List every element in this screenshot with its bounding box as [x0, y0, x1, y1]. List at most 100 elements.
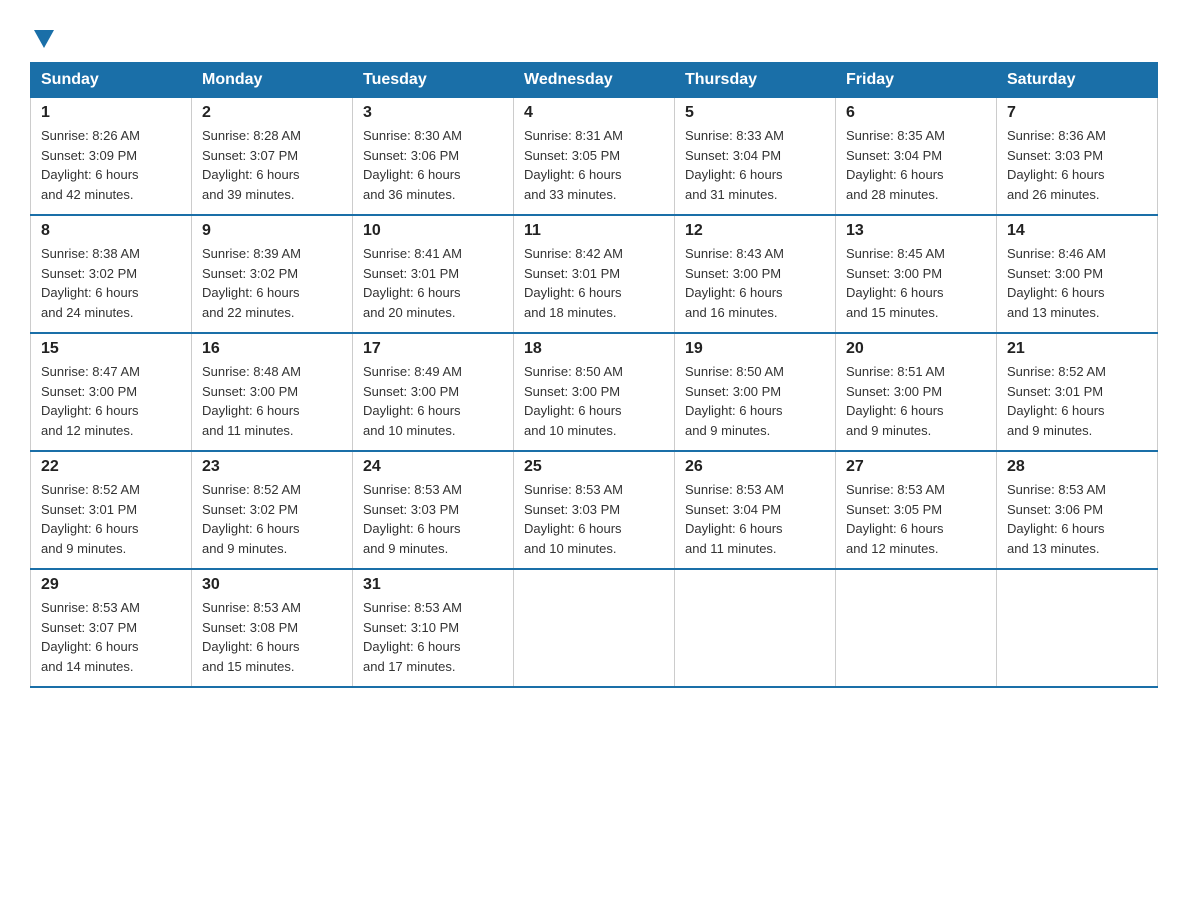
day-info: Sunrise: 8:53 AM Sunset: 3:03 PM Dayligh… [524, 480, 664, 558]
day-info: Sunrise: 8:47 AM Sunset: 3:00 PM Dayligh… [41, 362, 181, 440]
calendar-cell: 5 Sunrise: 8:33 AM Sunset: 3:04 PM Dayli… [675, 98, 836, 216]
day-number: 30 [202, 576, 342, 594]
day-number: 6 [846, 104, 986, 122]
calendar-cell: 30 Sunrise: 8:53 AM Sunset: 3:08 PM Dayl… [192, 569, 353, 687]
calendar-cell: 24 Sunrise: 8:53 AM Sunset: 3:03 PM Dayl… [353, 451, 514, 569]
day-info: Sunrise: 8:52 AM Sunset: 3:01 PM Dayligh… [1007, 362, 1147, 440]
day-number: 1 [41, 104, 181, 122]
day-number: 21 [1007, 340, 1147, 358]
calendar-cell: 10 Sunrise: 8:41 AM Sunset: 3:01 PM Dayl… [353, 215, 514, 333]
day-number: 9 [202, 222, 342, 240]
calendar-cell: 13 Sunrise: 8:45 AM Sunset: 3:00 PM Dayl… [836, 215, 997, 333]
day-number: 17 [363, 340, 503, 358]
day-info: Sunrise: 8:35 AM Sunset: 3:04 PM Dayligh… [846, 126, 986, 204]
day-info: Sunrise: 8:52 AM Sunset: 3:02 PM Dayligh… [202, 480, 342, 558]
day-number: 25 [524, 458, 664, 476]
calendar-week-3: 15 Sunrise: 8:47 AM Sunset: 3:00 PM Dayl… [31, 333, 1158, 451]
day-info: Sunrise: 8:53 AM Sunset: 3:10 PM Dayligh… [363, 598, 503, 676]
day-number: 8 [41, 222, 181, 240]
day-number: 11 [524, 222, 664, 240]
day-number: 2 [202, 104, 342, 122]
calendar-cell: 2 Sunrise: 8:28 AM Sunset: 3:07 PM Dayli… [192, 98, 353, 216]
day-number: 27 [846, 458, 986, 476]
day-number: 26 [685, 458, 825, 476]
day-number: 3 [363, 104, 503, 122]
calendar-cell: 19 Sunrise: 8:50 AM Sunset: 3:00 PM Dayl… [675, 333, 836, 451]
day-number: 31 [363, 576, 503, 594]
calendar-cell: 21 Sunrise: 8:52 AM Sunset: 3:01 PM Dayl… [997, 333, 1158, 451]
day-number: 18 [524, 340, 664, 358]
calendar-cell: 6 Sunrise: 8:35 AM Sunset: 3:04 PM Dayli… [836, 98, 997, 216]
calendar-cell: 1 Sunrise: 8:26 AM Sunset: 3:09 PM Dayli… [31, 98, 192, 216]
calendar-cell: 18 Sunrise: 8:50 AM Sunset: 3:00 PM Dayl… [514, 333, 675, 451]
day-number: 23 [202, 458, 342, 476]
day-info: Sunrise: 8:53 AM Sunset: 3:04 PM Dayligh… [685, 480, 825, 558]
day-info: Sunrise: 8:42 AM Sunset: 3:01 PM Dayligh… [524, 244, 664, 322]
day-info: Sunrise: 8:52 AM Sunset: 3:01 PM Dayligh… [41, 480, 181, 558]
calendar-cell: 11 Sunrise: 8:42 AM Sunset: 3:01 PM Dayl… [514, 215, 675, 333]
day-info: Sunrise: 8:53 AM Sunset: 3:07 PM Dayligh… [41, 598, 181, 676]
day-number: 5 [685, 104, 825, 122]
day-info: Sunrise: 8:26 AM Sunset: 3:09 PM Dayligh… [41, 126, 181, 204]
calendar-cell: 20 Sunrise: 8:51 AM Sunset: 3:00 PM Dayl… [836, 333, 997, 451]
calendar-cell: 22 Sunrise: 8:52 AM Sunset: 3:01 PM Dayl… [31, 451, 192, 569]
day-number: 4 [524, 104, 664, 122]
calendar-cell: 27 Sunrise: 8:53 AM Sunset: 3:05 PM Dayl… [836, 451, 997, 569]
day-info: Sunrise: 8:51 AM Sunset: 3:00 PM Dayligh… [846, 362, 986, 440]
day-number: 16 [202, 340, 342, 358]
day-info: Sunrise: 8:28 AM Sunset: 3:07 PM Dayligh… [202, 126, 342, 204]
calendar-header-friday: Friday [836, 63, 997, 98]
calendar-cell: 17 Sunrise: 8:49 AM Sunset: 3:00 PM Dayl… [353, 333, 514, 451]
calendar-header-saturday: Saturday [997, 63, 1158, 98]
calendar-cell [836, 569, 997, 687]
day-info: Sunrise: 8:53 AM Sunset: 3:06 PM Dayligh… [1007, 480, 1147, 558]
calendar-cell: 28 Sunrise: 8:53 AM Sunset: 3:06 PM Dayl… [997, 451, 1158, 569]
calendar-header-tuesday: Tuesday [353, 63, 514, 98]
calendar-cell [514, 569, 675, 687]
day-number: 19 [685, 340, 825, 358]
day-info: Sunrise: 8:50 AM Sunset: 3:00 PM Dayligh… [524, 362, 664, 440]
day-info: Sunrise: 8:53 AM Sunset: 3:03 PM Dayligh… [363, 480, 503, 558]
calendar-header-sunday: Sunday [31, 63, 192, 98]
calendar-cell: 7 Sunrise: 8:36 AM Sunset: 3:03 PM Dayli… [997, 98, 1158, 216]
logo [30, 28, 54, 44]
day-info: Sunrise: 8:49 AM Sunset: 3:00 PM Dayligh… [363, 362, 503, 440]
calendar-cell: 29 Sunrise: 8:53 AM Sunset: 3:07 PM Dayl… [31, 569, 192, 687]
calendar-cell: 15 Sunrise: 8:47 AM Sunset: 3:00 PM Dayl… [31, 333, 192, 451]
day-info: Sunrise: 8:36 AM Sunset: 3:03 PM Dayligh… [1007, 126, 1147, 204]
calendar-cell: 31 Sunrise: 8:53 AM Sunset: 3:10 PM Dayl… [353, 569, 514, 687]
day-info: Sunrise: 8:30 AM Sunset: 3:06 PM Dayligh… [363, 126, 503, 204]
calendar-header-wednesday: Wednesday [514, 63, 675, 98]
day-number: 7 [1007, 104, 1147, 122]
day-number: 29 [41, 576, 181, 594]
day-info: Sunrise: 8:31 AM Sunset: 3:05 PM Dayligh… [524, 126, 664, 204]
day-info: Sunrise: 8:38 AM Sunset: 3:02 PM Dayligh… [41, 244, 181, 322]
day-info: Sunrise: 8:33 AM Sunset: 3:04 PM Dayligh… [685, 126, 825, 204]
calendar-body: 1 Sunrise: 8:26 AM Sunset: 3:09 PM Dayli… [31, 98, 1158, 688]
calendar-week-5: 29 Sunrise: 8:53 AM Sunset: 3:07 PM Dayl… [31, 569, 1158, 687]
calendar-cell: 26 Sunrise: 8:53 AM Sunset: 3:04 PM Dayl… [675, 451, 836, 569]
day-number: 10 [363, 222, 503, 240]
page-header [30, 20, 1158, 44]
calendar-cell: 3 Sunrise: 8:30 AM Sunset: 3:06 PM Dayli… [353, 98, 514, 216]
calendar-cell: 23 Sunrise: 8:52 AM Sunset: 3:02 PM Dayl… [192, 451, 353, 569]
day-number: 14 [1007, 222, 1147, 240]
day-info: Sunrise: 8:53 AM Sunset: 3:08 PM Dayligh… [202, 598, 342, 676]
day-number: 12 [685, 222, 825, 240]
day-number: 28 [1007, 458, 1147, 476]
day-info: Sunrise: 8:53 AM Sunset: 3:05 PM Dayligh… [846, 480, 986, 558]
day-info: Sunrise: 8:46 AM Sunset: 3:00 PM Dayligh… [1007, 244, 1147, 322]
calendar-cell: 25 Sunrise: 8:53 AM Sunset: 3:03 PM Dayl… [514, 451, 675, 569]
day-info: Sunrise: 8:43 AM Sunset: 3:00 PM Dayligh… [685, 244, 825, 322]
calendar-cell: 12 Sunrise: 8:43 AM Sunset: 3:00 PM Dayl… [675, 215, 836, 333]
calendar-cell: 14 Sunrise: 8:46 AM Sunset: 3:00 PM Dayl… [997, 215, 1158, 333]
calendar-cell [675, 569, 836, 687]
calendar-cell [997, 569, 1158, 687]
day-number: 22 [41, 458, 181, 476]
calendar-week-4: 22 Sunrise: 8:52 AM Sunset: 3:01 PM Dayl… [31, 451, 1158, 569]
calendar-header-thursday: Thursday [675, 63, 836, 98]
calendar-week-1: 1 Sunrise: 8:26 AM Sunset: 3:09 PM Dayli… [31, 98, 1158, 216]
calendar-cell: 9 Sunrise: 8:39 AM Sunset: 3:02 PM Dayli… [192, 215, 353, 333]
logo-arrow-icon [34, 30, 54, 48]
day-info: Sunrise: 8:48 AM Sunset: 3:00 PM Dayligh… [202, 362, 342, 440]
